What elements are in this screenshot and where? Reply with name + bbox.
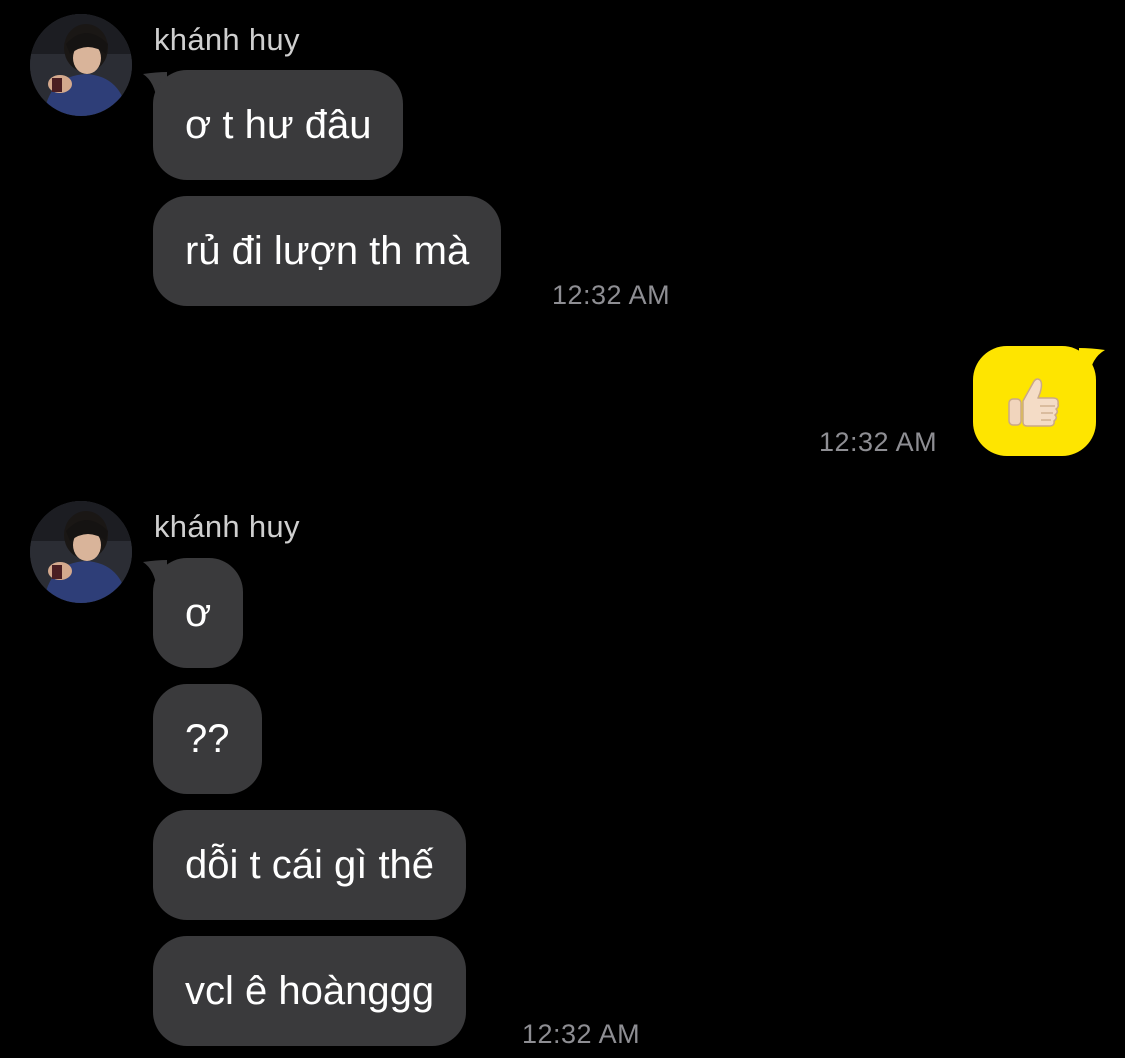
message-timestamp: 12:32 AM <box>522 1019 641 1049</box>
avatar[interactable] <box>30 14 132 116</box>
thumbs-up-icon <box>1008 378 1059 427</box>
message-timestamp: 12:32 AM <box>819 427 938 457</box>
message-bubble[interactable]: rủ đi lượn th mà <box>153 196 502 306</box>
message-bubble[interactable]: dỗi t cái gì thế <box>153 810 467 920</box>
outgoing-message-bubble[interactable] <box>973 346 1096 456</box>
message-bubble[interactable]: ơ t hư đâu <box>153 70 404 180</box>
avatar[interactable] <box>30 501 132 603</box>
sender-name: khánh huy <box>154 509 300 544</box>
message-bubble[interactable]: ơ <box>153 558 244 668</box>
avatar-photo <box>30 501 132 603</box>
avatar-photo <box>30 14 132 116</box>
message-bubble[interactable]: vcl ê hoànggg <box>153 936 467 1046</box>
message-timestamp: 12:32 AM <box>552 280 671 310</box>
message-bubble[interactable]: ?? <box>153 684 262 794</box>
sender-name: khánh huy <box>154 22 300 57</box>
